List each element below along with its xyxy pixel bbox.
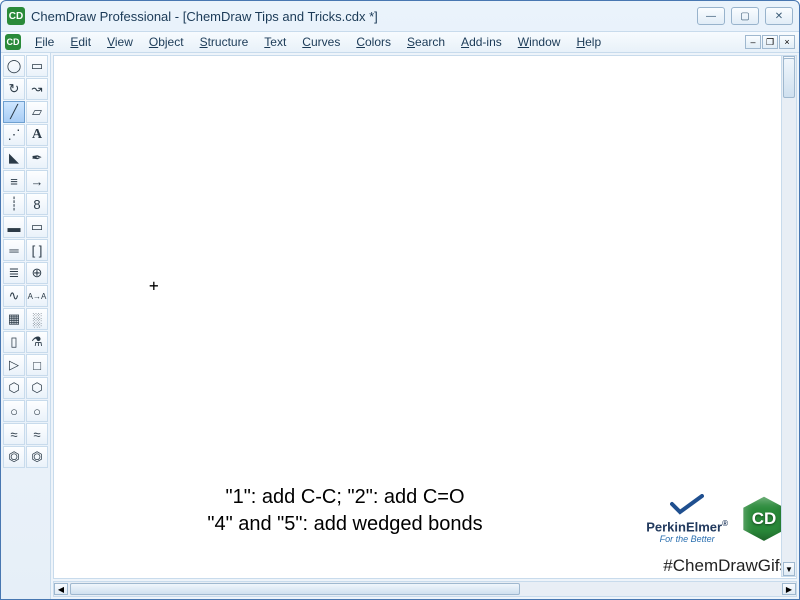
bold-bond-tool[interactable]: ▬ — [3, 216, 25, 238]
template-tool[interactable]: ⚗ — [26, 331, 48, 353]
hint-line-2: "4" and "5": add wedged bonds — [114, 511, 576, 538]
menu-structure[interactable]: Structure — [192, 33, 257, 51]
menu-object[interactable]: Object — [141, 33, 192, 51]
double-bond-tool[interactable]: ═ — [3, 239, 25, 261]
grid-tool[interactable]: ░ — [26, 308, 48, 330]
menu-text[interactable]: Text — [256, 33, 294, 51]
scroll-left-arrow-icon[interactable]: ◀ — [54, 583, 68, 595]
hint-line-1: "1": add C-C; "2": add C=O — [114, 484, 576, 511]
perkinelmer-logo: PerkinElmer® For the Better — [646, 494, 728, 544]
dashed-bond-tool[interactable]: ⋰ — [3, 124, 25, 146]
hashtag-label: #ChemDrawGifs — [663, 556, 788, 576]
scroll-right-arrow-icon[interactable]: ▶ — [782, 583, 796, 595]
cyclopentane-tool[interactable]: ○ — [3, 400, 25, 422]
hint-overlay: "1": add C-C; "2": add C=O "4" and "5": … — [114, 484, 576, 538]
menu-edit[interactable]: Edit — [62, 33, 99, 51]
minimize-button[interactable]: — — [697, 7, 725, 25]
rectangle-tool[interactable]: □ — [26, 354, 48, 376]
rotate-tool[interactable]: ↻ — [3, 78, 25, 100]
arrow-tool[interactable]: → — [26, 170, 48, 192]
wave2-tool[interactable]: ≈ — [26, 423, 48, 445]
check-logo-icon — [670, 494, 704, 516]
tool-palette: ◯▭ ↻↝ ╱▱ ⋰A ◣✒ ≡→ ┊8 ▬▭ ═[ ] ≣⊕ ∿A→A ▦░ … — [1, 53, 51, 599]
lasso-tool[interactable]: ◯ — [3, 55, 25, 77]
doc-icon: CD — [5, 34, 21, 50]
scroll-down-arrow-icon[interactable]: ▼ — [783, 562, 795, 576]
dotted-bond-tool[interactable]: ┊ — [3, 193, 25, 215]
acyclic-chain-tool[interactable]: ▷ — [3, 354, 25, 376]
vscroll-thumb[interactable] — [783, 58, 795, 98]
frame-tool[interactable]: ▭ — [26, 216, 48, 238]
menubar: CD File Edit View Object Structure Text … — [1, 31, 799, 53]
tlc-plate-tool[interactable]: ▯ — [3, 331, 25, 353]
cyclopropane-tool[interactable]: ○ — [26, 400, 48, 422]
eraser-tool[interactable]: ▱ — [26, 101, 48, 123]
menu-search[interactable]: Search — [399, 33, 453, 51]
titlebar[interactable]: CD ChemDraw Professional - [ChemDraw Tip… — [1, 1, 799, 31]
window-title: ChemDraw Professional - [ChemDraw Tips a… — [31, 9, 697, 24]
hashed-bond-tool[interactable]: ≡ — [3, 170, 25, 192]
horizontal-scrollbar[interactable]: ◀ ▶ — [53, 581, 797, 597]
wavy-bond-tool[interactable]: ∿ — [3, 285, 25, 307]
menu-curves[interactable]: Curves — [294, 33, 348, 51]
menu-colors[interactable]: Colors — [348, 33, 399, 51]
vertical-scrollbar[interactable]: ▲ ▼ — [781, 55, 797, 577]
erase-curve-tool[interactable]: ↝ — [26, 78, 48, 100]
crosshair-cursor-icon: + — [149, 276, 159, 295]
maximize-button[interactable]: ▢ — [731, 7, 759, 25]
cyclohexane-chair-tool[interactable]: ⬡ — [26, 377, 48, 399]
menu-file[interactable]: File — [27, 33, 62, 51]
close-button[interactable]: ✕ — [765, 7, 793, 25]
cyclohexane-tool[interactable]: ⬡ — [3, 377, 25, 399]
menu-addins[interactable]: Add-ins — [453, 33, 510, 51]
menu-window[interactable]: Window — [510, 33, 569, 51]
menu-help[interactable]: Help — [568, 33, 609, 51]
triple-bond-tool[interactable]: ≣ — [3, 262, 25, 284]
solid-bond-tool[interactable]: ╱ — [3, 101, 25, 123]
menu-view[interactable]: View — [99, 33, 141, 51]
table-tool[interactable]: ▦ — [3, 308, 25, 330]
hscroll-thumb[interactable] — [70, 583, 520, 595]
wave1-tool[interactable]: ≈ — [3, 423, 25, 445]
branding-footer: PerkinElmer® For the Better CD #ChemDraw… — [638, 492, 796, 578]
wedge-bond-tool[interactable]: ◣ — [3, 147, 25, 169]
drawing-canvas[interactable]: + "1": add C-C; "2": add C=O "4" and "5"… — [53, 55, 797, 579]
chemical-symbol-tool[interactable]: ⊕ — [26, 262, 48, 284]
pen-tool[interactable]: ✒ — [26, 147, 48, 169]
marquee-tool[interactable]: ▭ — [26, 55, 48, 77]
mdi-minimize-button[interactable]: – — [745, 35, 761, 49]
benzene-tool[interactable]: ⏣ — [3, 446, 25, 468]
mdi-restore-button[interactable]: ❐ — [762, 35, 778, 49]
app-window: CD ChemDraw Professional - [ChemDraw Tip… — [0, 0, 800, 600]
orbital-tool[interactable]: 8 — [26, 193, 48, 215]
mdi-close-button[interactable]: × — [779, 35, 795, 49]
benzene-alt-tool[interactable]: ⏣ — [26, 446, 48, 468]
app-icon: CD — [7, 7, 25, 25]
text-tool[interactable]: A — [26, 124, 48, 146]
atom-to-atom-tool[interactable]: A→A — [26, 285, 48, 307]
bracket-tool[interactable]: [ ] — [26, 239, 48, 261]
